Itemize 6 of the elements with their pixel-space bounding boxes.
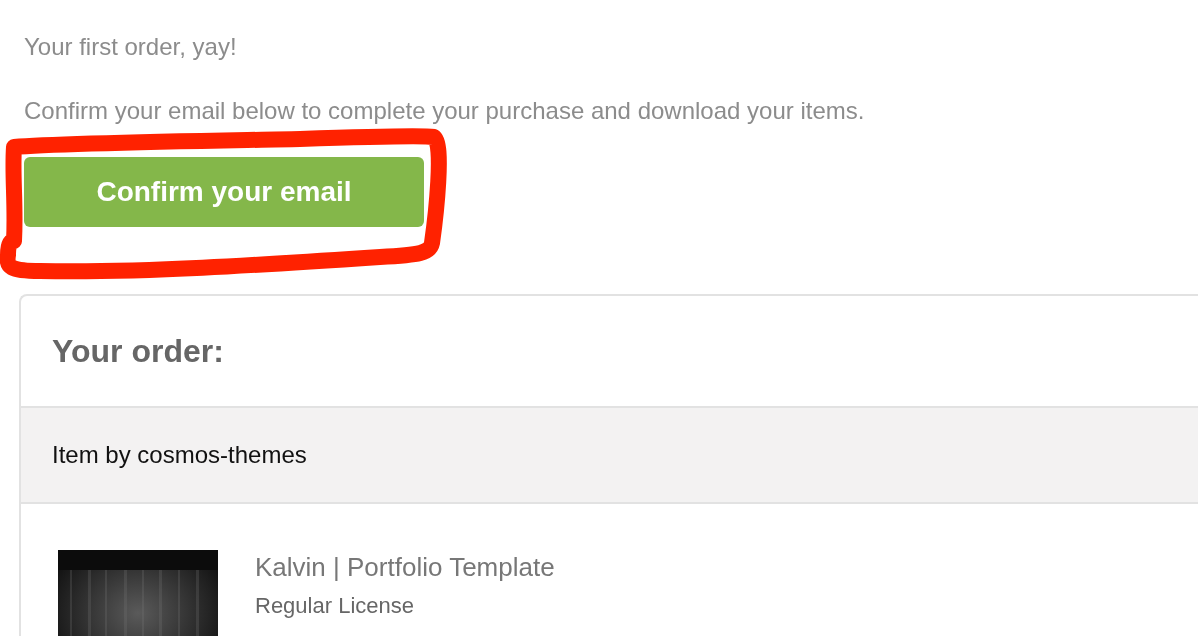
seller-label: Item by cosmos-themes xyxy=(52,441,307,469)
instruction-text: Confirm your email below to complete your purchase and download your items. xyxy=(24,96,865,126)
item-title: Kalvin | Portfolio Template xyxy=(255,552,555,583)
confirm-email-button[interactable]: Confirm your email xyxy=(24,157,424,227)
license-label: Regular License xyxy=(255,593,415,619)
greeting-text: Your first order, yay! xyxy=(24,32,237,62)
